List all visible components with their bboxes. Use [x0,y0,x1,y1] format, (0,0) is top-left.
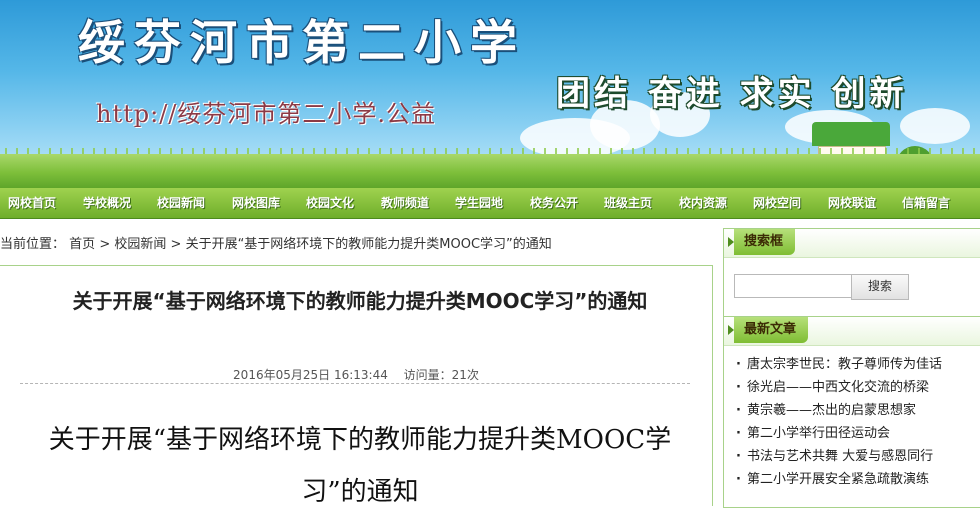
nav-item-teachers[interactable]: 教师频道 [381,188,429,218]
divider [20,383,690,384]
nav-item-affairs[interactable]: 校务公开 [530,188,578,218]
search-input[interactable] [734,274,854,298]
nav-item-space[interactable]: 网校空间 [753,188,801,218]
latest-articles-heading: 最新文章 [727,317,809,343]
nav-item-classes[interactable]: 班级主页 [604,188,652,218]
article-body-title: 关于开展“基于网络环境下的教师能力提升类MOOC学习”的通知 [48,425,672,507]
article-title: 关于开展“基于网络环境下的教师能力提升类MOOC学习”的通知 [72,289,648,313]
nav-item-news[interactable]: 校园新闻 [157,188,205,218]
nav-item-students[interactable]: 学生园地 [455,188,503,218]
list-item[interactable]: 唐太宗李世民：教子尊师传为佳话 [736,353,980,376]
breadcrumb-home-link[interactable]: 首页 [69,237,95,252]
article-views: 访问量：21次 [403,368,479,382]
school-name: 绥芬河市第二小学 [78,16,526,71]
list-item[interactable]: 第二小学开展安全紧急疏散演练 [736,468,980,491]
main-nav: 网校首页 学校概况 校园新闻 网校图库 校园文化 教师频道 学生园地 校务公开 … [0,188,980,219]
header-banner: 绥芬河市第二小学 http://绥芬河市第二小学.公益 团结 奋进 求实 创新 [0,0,980,188]
search-box: 搜索框 搜索 [723,228,980,318]
nav-item-overview[interactable]: 学校概况 [83,188,131,218]
nav-item-culture[interactable]: 校园文化 [306,188,354,218]
article-date: 2016年05月25日 16:13:44 [233,368,388,382]
search-box-heading: 搜索框 [727,229,796,255]
school-url: http://绥芬河市第二小学.公益 [96,100,436,128]
latest-articles-list: 唐太宗李世民：教子尊师传为佳话 徐光启——中西文化交流的桥梁 黄宗羲——杰出的启… [736,353,980,491]
latest-articles-box: 最新文章 唐太宗李世民：教子尊师传为佳话 徐光启——中西文化交流的桥梁 黄宗羲—… [723,316,980,508]
nav-item-links[interactable]: 网校联谊 [828,188,876,218]
breadcrumb-separator: > [99,237,111,252]
search-button[interactable]: 搜索 [851,274,909,300]
breadcrumb-section-link[interactable]: 校园新闻 [114,237,166,252]
nav-item-home[interactable]: 网校首页 [8,188,56,218]
grass-strip [0,154,980,188]
article-panel: 关于开展“基于网络环境下的教师能力提升类MOOC学习”的通知 2016年05月2… [0,265,713,507]
school-motto: 团结 奋进 求实 创新 [556,74,908,114]
list-item[interactable]: 黄宗羲——杰出的启蒙思想家 [736,399,980,422]
nav-item-mailbox[interactable]: 信箱留言 [902,188,950,218]
cloud-decoration [900,108,970,144]
breadcrumb-separator: > [170,237,182,252]
list-item[interactable]: 第二小学举行田径运动会 [736,422,980,445]
list-item[interactable]: 徐光启——中西文化交流的桥梁 [736,376,980,399]
article-meta: 2016年05月25日 16:13:44 访问量：21次 [0,366,712,383]
nav-item-resources[interactable]: 校内资源 [679,188,727,218]
list-item[interactable]: 书法与艺术共舞 大爱与感恩同行 [736,445,980,468]
breadcrumb-current: 关于开展“基于网络环境下的教师能力提升类MOOC学习”的通知 [185,237,552,252]
nav-item-gallery[interactable]: 网校图库 [232,188,280,218]
breadcrumb: 当前位置： 首页 > 校园新闻 > 关于开展“基于网络环境下的教师能力提升类MO… [0,233,552,252]
breadcrumb-prefix: 当前位置： [0,237,66,252]
